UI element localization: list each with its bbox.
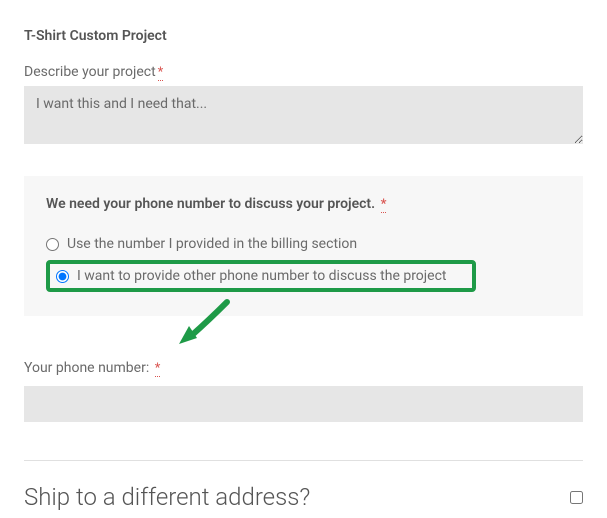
radio-input-billing[interactable] [46,238,59,251]
radio-option-billing[interactable]: Use the number I provided in the billing… [46,234,561,254]
describe-label-text: Describe your project [24,64,156,80]
radio-label-other: I want to provide other phone number to … [77,268,446,284]
phone-input[interactable] [24,386,583,422]
required-mark: * [381,197,387,213]
phone-radio-heading-text: We need your phone number to discuss you… [46,196,375,212]
section-title: T-Shirt Custom Project [24,28,583,44]
ship-heading: Ship to a different address? [24,483,310,511]
ship-checkbox[interactable] [570,491,583,504]
describe-label: Describe your project* [24,64,583,80]
radio-input-other[interactable] [56,270,69,283]
phone-radio-section: We need your phone number to discuss you… [24,176,583,316]
phone-label-text: Your phone number: [24,360,149,376]
phone-field-group: Your phone number: * [24,360,583,422]
divider [24,460,583,461]
radio-label-billing: Use the number I provided in the billing… [67,236,357,252]
required-mark: * [158,65,164,81]
phone-radio-heading: We need your phone number to discuss you… [46,196,561,212]
ship-row: Ship to a different address? [24,483,583,511]
required-mark: * [155,361,161,377]
phone-label: Your phone number: * [24,360,583,376]
highlight-box: I want to provide other phone number to … [46,260,476,292]
describe-textarea[interactable] [24,86,583,144]
